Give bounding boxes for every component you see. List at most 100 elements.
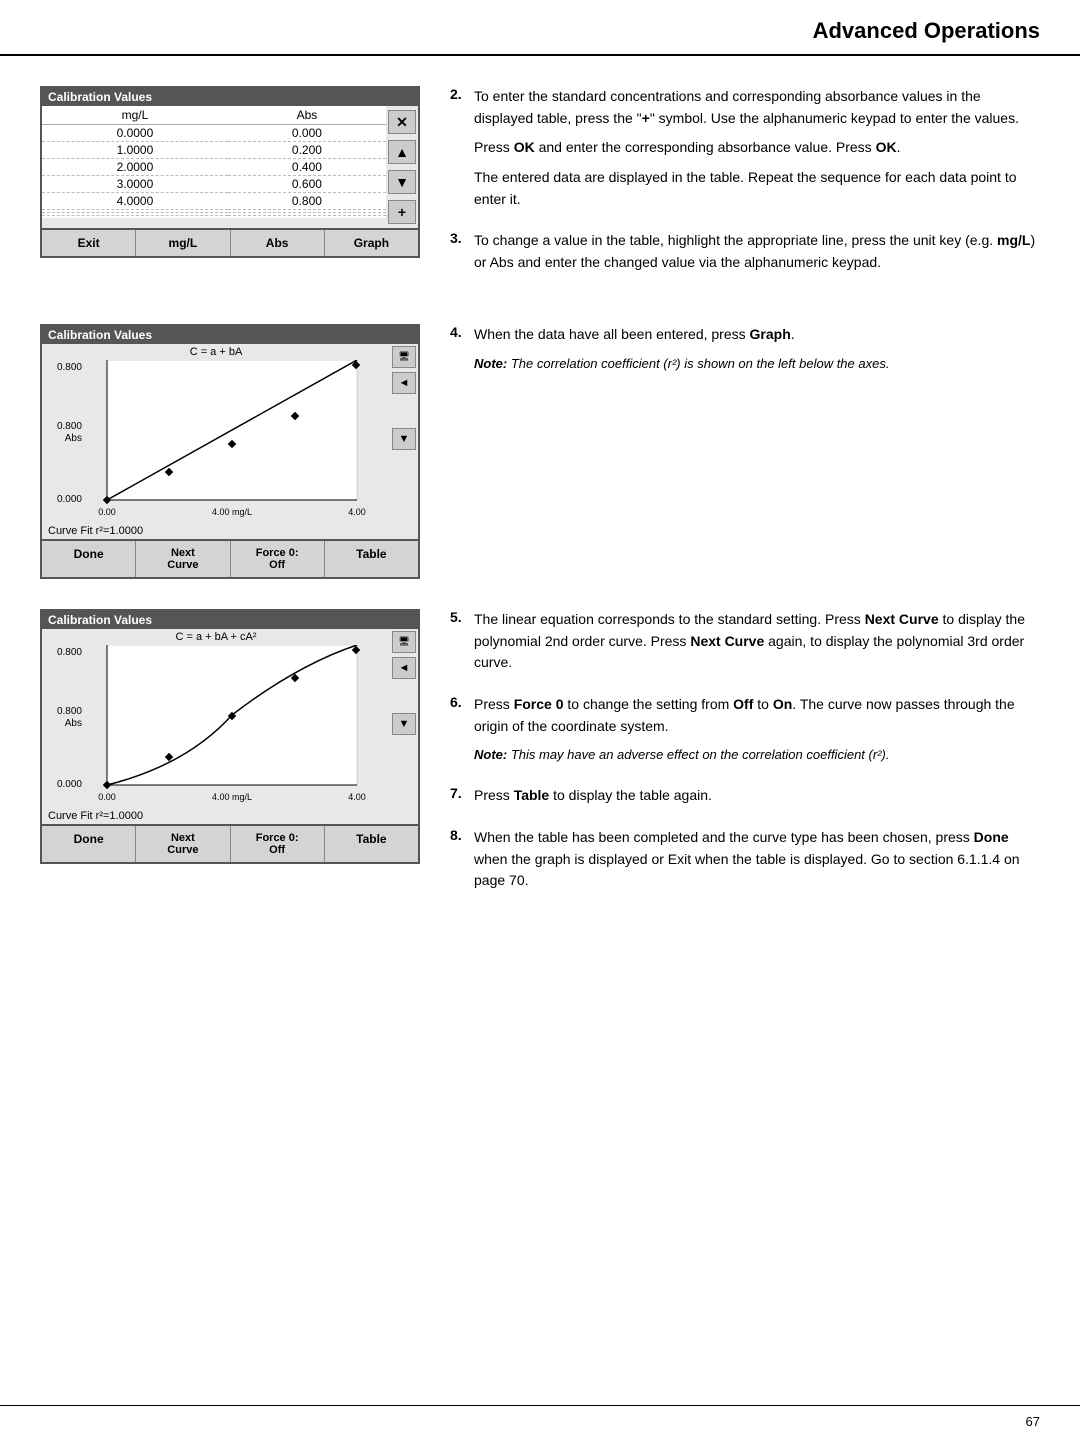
panel2-title: Calibration Values <box>42 326 418 344</box>
panel2-buttons: Done NextCurve Force 0:Off Table <box>42 539 418 577</box>
step-6-number: 6. <box>450 694 474 774</box>
col-header-mgl: mg/L <box>42 106 228 125</box>
calibration-table: mg/L Abs 0.00000.0001.00000.2002.00000.4… <box>42 106 386 218</box>
svg-text:4.00 mg/L: 4.00 mg/L <box>212 792 252 802</box>
panel3-buttons: Done NextCurve Force 0:Off Table <box>42 824 418 862</box>
graph1-curve-fit: Curve Fit r²=1.0000 <box>42 523 418 539</box>
graph2-curve-fit: Curve Fit r²=1.0000 <box>42 808 418 824</box>
step-4-note: Note: The correlation coefficient (r²) i… <box>474 354 1040 374</box>
step-6-content: Press Force 0 to change the setting from… <box>474 694 1040 774</box>
table-button-1[interactable]: Table <box>325 541 418 577</box>
step-2-row: 2. To enter the standard concentrations … <box>450 86 1040 218</box>
table-row: 1.00000.200 <box>42 142 386 159</box>
graph2-y-min: 0.000 <box>57 779 82 790</box>
graph1-scroll-right-icon[interactable]: ▼ <box>392 428 416 450</box>
table-cell: 0.0000 <box>42 125 228 142</box>
step-2-part-3: The entered data are displayed in the ta… <box>474 167 1040 210</box>
panel1-title: Calibration Values <box>42 88 418 106</box>
panel2-container: Calibration Values C = a + bA 0.800 0.80… <box>40 324 420 579</box>
step-7-part-1: Press Table to display the table again. <box>474 785 1040 807</box>
svg-text:4.00: 4.00 <box>348 792 366 802</box>
abs-button[interactable]: Abs <box>231 230 325 256</box>
table-row: 2.00000.400 <box>42 159 386 176</box>
up-button[interactable]: ▲ <box>388 140 416 164</box>
table-cell <box>42 216 228 219</box>
steps-2-3: 2. To enter the standard concentrations … <box>450 86 1040 294</box>
table-cell: 0.600 <box>228 176 386 193</box>
step-7-content: Press Table to display the table again. <box>474 785 1040 815</box>
mgl-button[interactable]: mg/L <box>136 230 230 256</box>
step-8-content: When the table has been completed and th… <box>474 827 1040 900</box>
step-4-part-1: When the data have all been entered, pre… <box>474 324 1040 346</box>
force0-off-button-1[interactable]: Force 0:Off <box>231 541 325 577</box>
graph2-svg: 0.00 4.00 mg/L 4.00 <box>84 645 390 805</box>
graph-button[interactable]: Graph <box>325 230 418 256</box>
delete-button[interactable]: ✕ <box>388 110 416 134</box>
graph-main-2: C = a + bA + cA² 0.800 0.800Abs 0.000 <box>42 629 390 808</box>
done-button-2[interactable]: Done <box>42 826 136 862</box>
exit-button[interactable]: Exit <box>42 230 136 256</box>
graph1-svg: 0.00 4.00 mg/L 4.00 <box>84 360 390 520</box>
steps-5-8: 5. The linear equation corresponds to th… <box>450 609 1040 912</box>
table-row: 0.00000.000 <box>42 125 386 142</box>
graph2-content: 0.800 0.800Abs 0.000 <box>42 645 390 808</box>
table-cell: 0.200 <box>228 142 386 159</box>
graph1-y-min: 0.000 <box>57 494 82 505</box>
step-2-part-1: To enter the standard concentrations and… <box>474 86 1040 129</box>
calibration-panel-1: Calibration Values mg/L Abs 0.00000.00 <box>40 86 420 258</box>
graph1-y-label-abs: 0.800Abs <box>57 421 82 445</box>
graph2-monitor-icon[interactable]: 🖥 <box>392 631 416 653</box>
step-6-part-1: Press Force 0 to change the setting from… <box>474 694 1040 737</box>
graph1-y-max: 0.800 <box>57 362 82 373</box>
step-2-content: To enter the standard concentrations and… <box>474 86 1040 218</box>
next-curve-button-2[interactable]: NextCurve <box>136 826 230 862</box>
table-row: 3.00000.600 <box>42 176 386 193</box>
graph1-y-axis: 0.800 0.800Abs 0.000 <box>42 360 84 523</box>
step-8-row: 8. When the table has been completed and… <box>450 827 1040 900</box>
step-7-number: 7. <box>450 785 474 815</box>
graph2-scroll-right-icon[interactable]: ▼ <box>392 713 416 735</box>
table-cell: 0.800 <box>228 193 386 210</box>
step-5-number: 5. <box>450 609 474 682</box>
force0-off-button-2[interactable]: Force 0:Off <box>231 826 325 862</box>
col-header-abs: Abs <box>228 106 386 125</box>
graph1-side-btns: 🖥 ◄ ▼ <box>390 344 418 523</box>
table-cell: 2.0000 <box>42 159 228 176</box>
step-3-part-1: To change a value in the table, highligh… <box>474 230 1040 273</box>
table-cell <box>228 216 386 219</box>
graph1-scroll-left-icon[interactable]: ◄ <box>392 372 416 394</box>
graph1-monitor-icon[interactable]: 🖥 <box>392 346 416 368</box>
table-with-buttons: mg/L Abs 0.00000.0001.00000.2002.00000.4… <box>42 106 418 228</box>
table-cell: 4.0000 <box>42 193 228 210</box>
step-4-number: 4. <box>450 324 474 382</box>
down-button[interactable]: ▼ <box>388 170 416 194</box>
next-curve-button-1[interactable]: NextCurve <box>136 541 230 577</box>
graph2-plot-area: 0.00 4.00 mg/L 4.00 <box>84 645 390 808</box>
step-4-row: 4. When the data have all been entered, … <box>450 324 1040 382</box>
graph1-plot-area: 0.00 4.00 mg/L 4.00 <box>84 360 390 523</box>
calibration-panel-3: Calibration Values C = a + bA + cA² 0.80… <box>40 609 420 864</box>
done-button-1[interactable]: Done <box>42 541 136 577</box>
graph1-content: 0.800 0.800Abs 0.000 <box>42 360 390 523</box>
section-1: Calibration Values mg/L Abs 0.00000.00 <box>40 86 1040 294</box>
table-cell: 3.0000 <box>42 176 228 193</box>
svg-text:0.00: 0.00 <box>98 507 116 517</box>
graph-with-buttons-1: C = a + bA 0.800 0.800Abs 0.000 <box>42 344 418 523</box>
page-header: Advanced Operations <box>0 0 1080 56</box>
step-8-part-1: When the table has been completed and th… <box>474 827 1040 892</box>
panel3-container: Calibration Values C = a + bA + cA² 0.80… <box>40 609 420 912</box>
panel1-container: Calibration Values mg/L Abs 0.00000.00 <box>40 86 420 294</box>
table-row: 4.00000.800 <box>42 193 386 210</box>
graph2-scroll-left-icon[interactable]: ◄ <box>392 657 416 679</box>
side-buttons: ✕ ▲ ▼ + <box>386 106 418 228</box>
add-button[interactable]: + <box>388 200 416 224</box>
table-button-2[interactable]: Table <box>325 826 418 862</box>
step-5-content: The linear equation corresponds to the s… <box>474 609 1040 682</box>
step-7-row: 7. Press Table to display the table agai… <box>450 785 1040 815</box>
step-3-number: 3. <box>450 230 474 281</box>
step-8-number: 8. <box>450 827 474 900</box>
step-5-part-1: The linear equation corresponds to the s… <box>474 609 1040 674</box>
page-title: Advanced Operations <box>40 18 1040 44</box>
svg-text:4.00 mg/L: 4.00 mg/L <box>212 507 252 517</box>
step-3-content: To change a value in the table, highligh… <box>474 230 1040 281</box>
